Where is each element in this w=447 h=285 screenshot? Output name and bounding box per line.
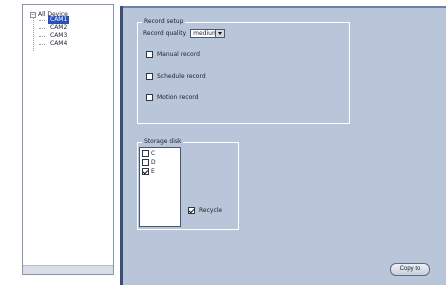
tree-item-label[interactable]: CAM2 [48, 24, 69, 32]
record-setup-group: Record setup Record quality medium Manua… [137, 18, 350, 124]
chevron-down-icon[interactable] [215, 30, 225, 37]
tree-item-label[interactable]: CAM1 [48, 16, 70, 24]
storage-disk-title: Storage disk [142, 138, 184, 146]
tree-item-label[interactable]: CAM3 [48, 32, 69, 40]
motion-record-label[interactable]: Motion record [157, 94, 198, 101]
disk-c-checkbox[interactable] [142, 150, 149, 157]
record-quality-label: Record quality [143, 30, 187, 37]
motion-record-row[interactable]: Motion record [146, 94, 198, 101]
tree-status-bar [23, 265, 113, 274]
manual-record-checkbox[interactable] [146, 51, 153, 58]
manual-record-label[interactable]: Manual record [157, 51, 200, 58]
disk-c-label[interactable]: C [151, 150, 155, 157]
disk-item-c[interactable]: C [142, 150, 155, 157]
tree-item-cam1[interactable]: CAM1 [39, 16, 70, 24]
record-setup-title: Record setup [142, 18, 186, 26]
schedule-record-label[interactable]: Schedule record [157, 73, 206, 80]
camera-settings-panel: Record setup Record quality medium Manua… [120, 6, 446, 285]
tree-item-cam3[interactable]: CAM3 [39, 32, 69, 40]
tree-connector-line [33, 18, 34, 51]
panel-top-divider [123, 6, 446, 8]
record-quality-value: medium [193, 30, 218, 37]
disk-d-label[interactable]: D [151, 159, 156, 166]
device-tree-panel: − All Device CAM1 CAM2 CAM3 CAM4 [22, 4, 114, 275]
disk-d-checkbox[interactable] [142, 159, 149, 166]
disk-e-label[interactable]: E [151, 168, 155, 175]
storage-disk-list[interactable]: C D E [139, 147, 181, 227]
manual-record-row[interactable]: Manual record [146, 51, 200, 58]
disk-item-d[interactable]: D [142, 159, 156, 166]
motion-record-checkbox[interactable] [146, 94, 153, 101]
recycle-checkbox[interactable] [188, 207, 195, 214]
record-quality-select[interactable]: medium [190, 29, 226, 38]
schedule-record-checkbox[interactable] [146, 73, 153, 80]
recycle-row[interactable]: Recycle [188, 207, 222, 214]
record-quality-row: Record quality medium [143, 29, 226, 38]
copy-to-button[interactable]: Copy to [390, 263, 430, 276]
tree-item-cam2[interactable]: CAM2 [39, 24, 69, 32]
tree-item-cam4[interactable]: CAM4 [39, 40, 69, 48]
storage-disk-group: Storage disk C D E Recycle [137, 138, 239, 230]
schedule-record-row[interactable]: Schedule record [146, 73, 206, 80]
tree-item-label[interactable]: CAM4 [48, 40, 69, 48]
recycle-label[interactable]: Recycle [199, 207, 222, 214]
disk-item-e[interactable]: E [142, 168, 155, 175]
disk-e-checkbox[interactable] [142, 168, 149, 175]
collapse-icon[interactable]: − [30, 11, 36, 18]
